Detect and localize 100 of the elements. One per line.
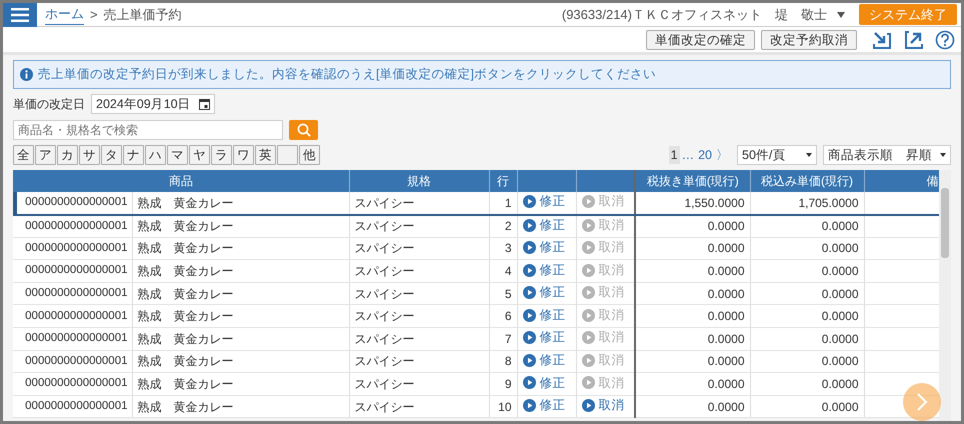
column-header: 商品 xyxy=(13,170,349,192)
index-key[interactable]: サ xyxy=(79,145,100,165)
table-cell: 4 xyxy=(489,260,517,282)
table-cell: スパイシー xyxy=(349,214,489,238)
index-key[interactable]: ハ xyxy=(145,145,166,165)
play-icon xyxy=(522,218,536,232)
table-cell: 0000000000000001 xyxy=(13,372,132,396)
index-key[interactable]: 全 xyxy=(13,145,34,165)
table-cell: 0.0000 xyxy=(750,372,864,396)
table-cell: スパイシー xyxy=(349,260,489,282)
table-cell: 7 xyxy=(489,328,517,350)
user-menu[interactable]: (93633/214)ＴＫＣオフィスネット 堤 敬士 xyxy=(562,4,827,24)
caret-icon[interactable] xyxy=(837,12,845,18)
index-key[interactable]: マ xyxy=(167,145,188,165)
play-icon xyxy=(522,286,536,300)
table-cell: 0.0000 xyxy=(750,260,864,282)
table-cell: 6 xyxy=(489,304,517,328)
play-icon xyxy=(522,264,536,277)
menu-button[interactable] xyxy=(3,3,37,26)
table-cell: 8 xyxy=(489,350,517,373)
table-cell: 0.0000 xyxy=(635,214,750,238)
table-cell: 3 xyxy=(489,237,517,260)
table-cell: 1,705.0000 xyxy=(750,192,864,215)
column-header: 税抜き単価(現行) xyxy=(635,170,750,192)
column-header: 行 xyxy=(489,170,517,192)
table-cell: 0.0000 xyxy=(750,395,864,418)
table-cell: 0.0000 xyxy=(635,395,750,418)
index-key[interactable]: ワ xyxy=(233,145,254,165)
play-icon xyxy=(582,376,594,390)
table-cell: スパイシー xyxy=(349,282,489,305)
edit-link[interactable]: 修正 xyxy=(522,216,566,234)
table-cell: 10 xyxy=(489,395,517,418)
play-icon xyxy=(582,240,594,254)
edit-link[interactable]: 修正 xyxy=(522,283,566,302)
edit-link[interactable]: 修正 xyxy=(522,396,566,415)
play-icon xyxy=(582,286,594,300)
next-page-link[interactable]: 〉 xyxy=(714,146,731,164)
index-key[interactable]: タ xyxy=(101,145,122,165)
help-icon[interactable] xyxy=(935,30,955,50)
table-cell: 0000000000000001 xyxy=(13,214,132,238)
table-cell: 1 xyxy=(489,192,517,215)
table-cell: 0.0000 xyxy=(635,237,750,260)
table-cell: 0.0000 xyxy=(635,260,750,282)
edit-link[interactable]: 修正 xyxy=(522,260,566,280)
play-icon xyxy=(522,240,536,254)
index-key[interactable]: 他 xyxy=(299,145,320,165)
sort-select[interactable]: 商品表示順 昇順 xyxy=(823,145,951,165)
edit-link[interactable]: 修正 xyxy=(522,328,566,348)
cancel-link[interactable]: 取消 xyxy=(582,396,624,415)
table-cell: 5 xyxy=(489,282,517,305)
index-key[interactable]: 英 xyxy=(255,145,276,165)
search-field[interactable]: 商品名・規格名で検索 xyxy=(13,120,283,140)
play-icon xyxy=(582,331,594,344)
edit-link[interactable]: 修正 xyxy=(522,306,566,325)
table-cell: 0000000000000001 xyxy=(13,192,132,215)
toolbar-button[interactable]: 改定予約取消 xyxy=(761,30,857,50)
date-field[interactable]: 2024年09月10日 xyxy=(91,94,215,114)
date-label: 単価の改定日 xyxy=(13,96,85,113)
table-cell: 0.0000 xyxy=(635,304,750,328)
table-cell: 0.0000 xyxy=(635,350,750,373)
table-cell: 0000000000000001 xyxy=(13,260,132,282)
page-link[interactable]: … xyxy=(680,146,696,164)
search-icon xyxy=(296,123,310,137)
play-icon xyxy=(522,399,536,412)
table-cell: 1,550.0000 xyxy=(635,192,750,215)
index-key[interactable]: カ xyxy=(57,145,78,165)
index-key[interactable]: ア xyxy=(35,145,56,165)
import-icon[interactable] xyxy=(871,30,893,50)
per-page-select[interactable]: 50件/頁 xyxy=(737,145,817,165)
caret-icon xyxy=(806,153,812,157)
breadcrumb-current: 売上単価予約 xyxy=(104,6,182,24)
menu-icon xyxy=(11,8,29,22)
scrollbar[interactable] xyxy=(939,170,951,421)
breadcrumb-link[interactable]: ホーム xyxy=(45,4,84,25)
table-cell: 0000000000000001 xyxy=(13,237,132,260)
edit-link[interactable]: 修正 xyxy=(522,351,566,370)
table-cell: スパイシー xyxy=(349,350,489,373)
edit-link[interactable]: 修正 xyxy=(522,374,566,392)
page-link[interactable]: 1 xyxy=(668,146,680,164)
table-cell: 0000000000000001 xyxy=(13,328,132,350)
caret-icon xyxy=(940,153,946,157)
edit-link[interactable]: 修正 xyxy=(522,192,566,212)
table-cell: スパイシー xyxy=(349,192,489,215)
index-key[interactable]: ヤ xyxy=(189,145,210,165)
table-cell: 0.0000 xyxy=(750,282,864,305)
chevron-right-icon xyxy=(916,392,928,412)
page-link[interactable]: 20 xyxy=(696,146,714,164)
table-cell: 0000000000000001 xyxy=(13,395,132,418)
column-header: 備 xyxy=(864,170,939,192)
play-icon xyxy=(522,376,536,390)
edit-link[interactable]: 修正 xyxy=(522,238,566,257)
play-icon xyxy=(582,308,594,322)
table-cell: 熟成 黄金カレー xyxy=(132,304,349,328)
export-icon[interactable] xyxy=(903,30,925,50)
index-key[interactable]: ラ xyxy=(211,145,232,165)
table-cell: 0.0000 xyxy=(750,304,864,328)
toolbar-button[interactable]: 単価改定の確定 xyxy=(646,30,755,50)
table-cell: 0.0000 xyxy=(750,237,864,260)
table-cell: 熟成 黄金カレー xyxy=(132,192,349,215)
index-key[interactable]: ナ xyxy=(123,145,144,165)
